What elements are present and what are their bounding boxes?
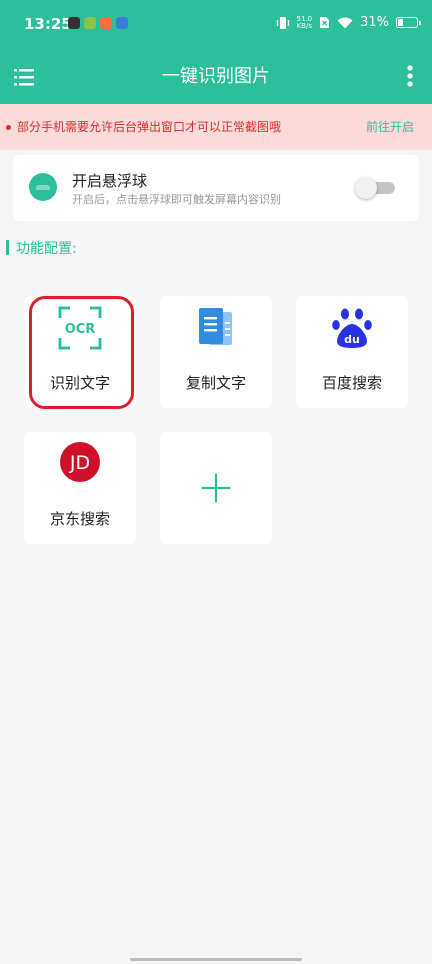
jd-icon: JD — [60, 442, 100, 482]
vibrate-icon — [276, 16, 289, 29]
toolbar: 一键识别图片 — [0, 50, 432, 104]
float-ball-toggle[interactable] — [355, 177, 395, 199]
section-title: 功能配置: — [16, 241, 77, 257]
add-feature-tile[interactable] — [160, 432, 272, 544]
page-title: 一键识别图片 — [162, 66, 270, 87]
section-indicator — [6, 240, 9, 255]
feature-label: 百度搜索 — [321, 374, 382, 392]
feature-baidu-tile[interactable]: du 百度搜索 — [296, 296, 408, 408]
add-icon — [201, 473, 231, 503]
banner-open-link[interactable]: 前往开启 — [366, 118, 414, 135]
wifi-icon — [337, 17, 353, 29]
float-ball-title: 开启悬浮球 — [72, 172, 148, 190]
app-header: 13:25 51.0 KB/s 31% 一键识别图片 — [0, 0, 432, 104]
feature-copy-tile[interactable]: 复制文字 — [160, 296, 272, 408]
float-ball-card: 开启悬浮球 开启后，点击悬浮球即可触发屏幕内容识别 — [13, 155, 419, 221]
warning-dot-icon — [6, 125, 11, 130]
feature-label: 复制文字 — [185, 374, 246, 392]
battery-percent: 31% — [360, 15, 389, 30]
status-time: 13:25 — [24, 15, 72, 33]
shop-app-icon — [100, 17, 112, 29]
notification-icons — [68, 17, 128, 29]
gesture-nav-handle[interactable] — [130, 958, 302, 961]
leaf-app-icon — [84, 17, 96, 29]
feature-jd-tile[interactable]: JD 京东搜索 — [24, 432, 136, 544]
copy-document-icon — [199, 308, 232, 345]
baidu-icon: du — [332, 308, 372, 348]
float-ball-desc: 开启后，点击悬浮球即可触发屏幕内容识别 — [72, 193, 281, 206]
play-app-icon — [68, 17, 80, 29]
status-right: 51.0 KB/s 31% — [276, 14, 421, 30]
banner-text: 部分手机需要允许后台弹出窗口才可以正常截图哦 — [17, 120, 282, 134]
toggle-knob — [355, 177, 377, 199]
float-ball-icon — [29, 173, 57, 201]
battery-icon — [396, 17, 421, 28]
permission-banner: 部分手机需要允许后台弹出窗口才可以正常截图哦 前往开启 — [0, 104, 432, 150]
more-vertical-icon[interactable] — [406, 64, 414, 88]
feature-label: 京东搜索 — [49, 510, 110, 528]
sim-no-signal-icon — [320, 17, 330, 28]
net-speed: 51.0 KB/s — [296, 14, 313, 30]
status-bar: 13:25 51.0 KB/s 31% — [0, 0, 432, 50]
battery-fill — [398, 19, 404, 26]
svg-text:du: du — [344, 333, 360, 346]
alipay-app-icon — [116, 17, 128, 29]
selection-highlight — [29, 296, 134, 409]
svg-text:JD: JD — [69, 452, 90, 474]
